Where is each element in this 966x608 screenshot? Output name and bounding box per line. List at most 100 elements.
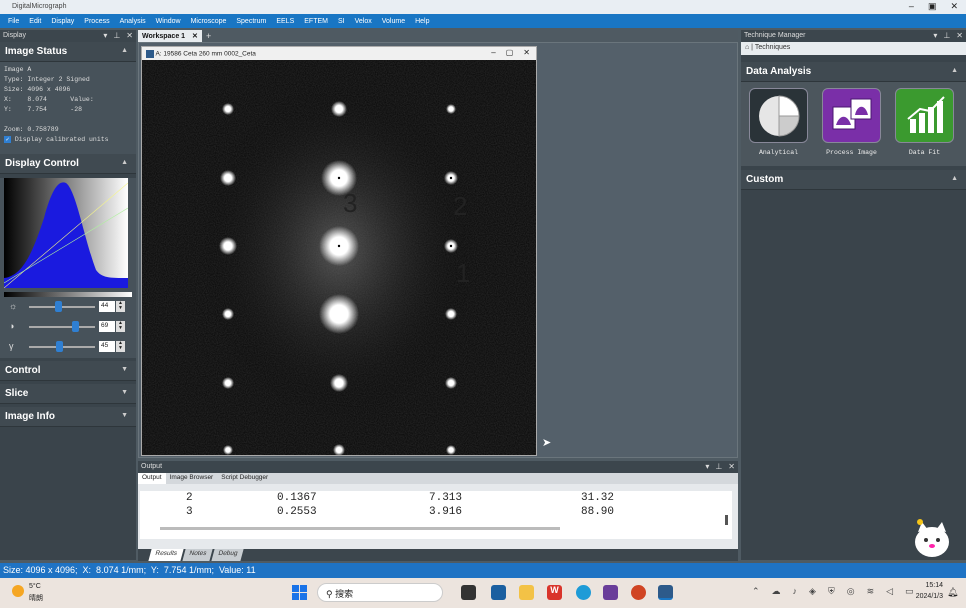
input-method-icon[interactable]: ◈: [809, 586, 816, 597]
microphone-icon[interactable]: ♪: [793, 586, 798, 597]
brightness-slider[interactable]: ☼ 44 ▲ ▼: [0, 297, 136, 317]
menu-file[interactable]: File: [3, 18, 24, 25]
image-status-section[interactable]: Image Status ▲: [0, 42, 136, 62]
checkbox-icon[interactable]: ✓: [4, 136, 11, 143]
control-section[interactable]: Control ▼: [0, 361, 136, 381]
slider-value[interactable]: 44: [99, 301, 115, 312]
file-explorer-icon[interactable]: [519, 585, 534, 600]
start-icon[interactable]: [292, 585, 307, 600]
close-icon[interactable]: ✕: [728, 462, 735, 471]
chevron-up-icon[interactable]: ⌃: [752, 586, 760, 597]
spinner-icon[interactable]: ▲ ▼: [116, 341, 125, 352]
pin-icon[interactable]: ⊥: [943, 31, 950, 40]
home-icon[interactable]: ⌂: [745, 44, 749, 51]
slice-section[interactable]: Slice ▼: [0, 384, 136, 404]
add-tab-icon[interactable]: +: [206, 31, 211, 41]
image-window-titlebar[interactable]: A: 19586 Ceta 260 mm 0002_Ceta – ▢ ✕: [142, 47, 536, 60]
tab-script-debugger[interactable]: Script Debugger: [217, 473, 272, 484]
close-icon[interactable]: ✕: [950, 1, 958, 12]
pin-icon[interactable]: ⊥: [715, 462, 722, 471]
menu-microscope[interactable]: Microscope: [186, 18, 232, 25]
menu-analysis[interactable]: Analysis: [115, 18, 151, 25]
tray-app-icon[interactable]: ◎: [847, 586, 855, 597]
slider-knob[interactable]: [55, 301, 63, 312]
slider-value[interactable]: 69: [99, 321, 115, 332]
clock-time[interactable]: 15:14: [913, 582, 943, 589]
tab-notes[interactable]: Notes: [182, 549, 213, 561]
image-window[interactable]: A: 19586 Ceta 260 mm 0002_Ceta – ▢ ✕ 3 2…: [141, 46, 537, 456]
menu-process[interactable]: Process: [79, 18, 114, 25]
spinner-icon[interactable]: ▲ ▼: [116, 301, 125, 312]
expand-icon[interactable]: ▼: [121, 366, 128, 373]
dropdown-icon[interactable]: ▾: [705, 462, 709, 471]
menu-display[interactable]: Display: [46, 18, 79, 25]
menu-window[interactable]: Window: [151, 18, 186, 25]
tile-process-image[interactable]: Process Image: [822, 88, 881, 160]
shield-icon[interactable]: ⛨: [828, 586, 835, 597]
weather-temp[interactable]: 5°C: [29, 583, 41, 590]
store-icon[interactable]: [491, 585, 506, 600]
calibrated-units-checkbox[interactable]: ✓ Display calibrated units: [4, 135, 132, 145]
maximize-icon[interactable]: ▢: [506, 48, 514, 57]
pin-icon[interactable]: ⊥: [113, 31, 120, 40]
menu-eels[interactable]: EELS: [271, 18, 299, 25]
tile-analytical[interactable]: Analytical: [749, 88, 808, 160]
notification-icon[interactable]: 🔔︎: [947, 587, 958, 598]
minimize-icon[interactable]: –: [909, 1, 914, 12]
tab-workspace-1[interactable]: Workspace 1 ✕: [138, 30, 202, 42]
results-table[interactable]: 2 0.1367 7.313 31.32 3 0.2553 3.916 88.9…: [140, 491, 732, 539]
slider-track[interactable]: [29, 326, 95, 328]
menu-spectrum[interactable]: Spectrum: [231, 18, 271, 25]
spinner-icon[interactable]: ▲ ▼: [116, 321, 125, 332]
clock-date[interactable]: 2024/1/3: [905, 593, 943, 600]
restore-icon[interactable]: ▣: [928, 1, 937, 12]
tab-image-browser[interactable]: Image Browser: [166, 473, 218, 484]
pie-chart-icon[interactable]: [749, 88, 808, 143]
close-icon[interactable]: ✕: [192, 33, 198, 40]
horizontal-scrollbar[interactable]: [160, 527, 560, 530]
display-control-section[interactable]: Display Control ▲: [0, 154, 136, 174]
collapse-icon[interactable]: ▲: [121, 47, 128, 54]
weather-desc[interactable]: 晴朗: [29, 593, 43, 603]
menu-volume[interactable]: Volume: [377, 18, 410, 25]
wifi-icon[interactable]: ≋: [867, 586, 875, 597]
digitalmicrograph-taskbar-icon[interactable]: [658, 585, 673, 600]
tab-output[interactable]: Output: [138, 473, 166, 484]
tile-data-fit[interactable]: Data Fit: [895, 88, 954, 160]
slider-knob[interactable]: [55, 341, 63, 352]
breadcrumb-techniques[interactable]: Techniques: [755, 44, 790, 51]
close-icon[interactable]: ✕: [956, 31, 963, 40]
winrar-icon[interactable]: [603, 585, 618, 600]
slider-knob[interactable]: [71, 321, 79, 332]
data-analysis-section[interactable]: Data Analysis ▲: [741, 62, 966, 82]
histogram[interactable]: [4, 178, 128, 288]
weather-icon[interactable]: [12, 585, 24, 597]
tab-debug[interactable]: Debug: [211, 549, 244, 561]
dropdown-icon[interactable]: ▾: [103, 31, 107, 40]
menu-velox[interactable]: Velox: [350, 18, 377, 25]
slider-value[interactable]: 45: [99, 341, 115, 352]
edge-icon[interactable]: [576, 585, 591, 600]
contrast-slider[interactable]: ◑ 69 ▲ ▼: [0, 317, 136, 337]
minimize-icon[interactable]: –: [491, 48, 495, 57]
diffraction-image[interactable]: 3 2 1: [142, 60, 536, 455]
expand-icon[interactable]: ▼: [121, 412, 128, 419]
expand-icon[interactable]: ▼: [121, 389, 128, 396]
volume-icon[interactable]: ◁: [886, 586, 893, 597]
vertical-scrollbar[interactable]: [725, 515, 728, 525]
search-input[interactable]: ⚲ 搜索: [317, 583, 443, 602]
data-fit-icon[interactable]: [895, 88, 954, 143]
powerpoint-icon[interactable]: [631, 585, 646, 600]
process-image-icon[interactable]: [822, 88, 881, 143]
close-icon[interactable]: ✕: [126, 31, 133, 40]
menu-edit[interactable]: Edit: [24, 18, 46, 25]
wps-icon[interactable]: W: [547, 585, 562, 600]
cloud-icon[interactable]: ☁: [772, 586, 781, 597]
collapse-icon[interactable]: ▲: [951, 175, 958, 182]
collapse-icon[interactable]: ▲: [121, 159, 128, 166]
gamma-slider[interactable]: γ 45 ▲ ▼: [0, 337, 136, 357]
menu-help[interactable]: Help: [410, 18, 434, 25]
menu-si[interactable]: SI: [333, 18, 350, 25]
collapse-icon[interactable]: ▲: [951, 67, 958, 74]
tab-results[interactable]: Results: [148, 549, 184, 561]
